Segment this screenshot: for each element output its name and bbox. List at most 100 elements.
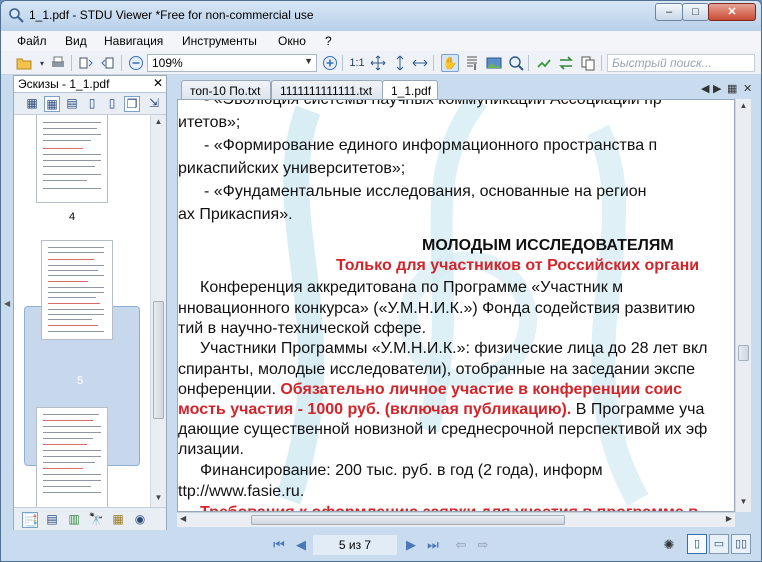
doc-line-3: - «Формирование единого информационного … [204,137,658,154]
single-page-view-button[interactable]: ▯ [687,534,707,554]
menu-view[interactable]: Вид [65,34,87,48]
single-page-icon[interactable]: ▯ [84,96,100,112]
tab-list-icon[interactable]: ▦ [727,82,737,95]
select-image-icon[interactable] [485,54,503,72]
copy-icon[interactable] [579,54,597,72]
thumbnail-page-6[interactable] [36,407,108,507]
outline-icon[interactable]: ▤ [44,512,60,528]
doc-line-15-red: мость участия - 1000 руб. (включая публи… [178,401,572,418]
toolbar-separator [342,55,343,71]
page-icon[interactable]: ▯ [104,96,120,112]
print-icon[interactable] [49,54,67,72]
doc-line-14-red: Обязательно личное участие в конференции… [280,381,683,398]
last-page-icon[interactable]: ⏭ [425,537,441,553]
hscroll-thumb[interactable] [251,515,565,525]
document-hscrollbar[interactable]: ◀ ▶ [177,512,735,527]
menu-bar: Файл Вид Навигация Инструменты Окно ? [1,31,761,51]
magnifier-icon[interactable] [507,54,525,72]
fit-page-icon[interactable] [369,54,387,72]
menu-help[interactable]: ? [325,34,332,48]
thumbnail-page-5[interactable] [41,240,113,340]
tab-1111[interactable]: 1111111111111.txt [271,80,383,100]
doc-line-18: Финансирование: 200 тыс. руб. в год (2 г… [200,462,603,479]
panel-bottom-toolbar: 📑 ▤ ▥ 🔭 ▦ ◉ [14,507,166,530]
chevron-down-icon: ▼ [304,56,313,66]
tab-next-icon[interactable]: ▶ [713,82,721,95]
previous-page-icon[interactable] [77,54,95,72]
swap-arrows-icon[interactable] [557,54,575,72]
fit-width-icon[interactable] [411,54,429,72]
scroll-left-icon[interactable]: ◀ [180,514,186,523]
thumbnail-page-4[interactable] [36,115,108,203]
zoom-in-icon[interactable] [321,54,339,72]
zoom-combo[interactable]: 109% ▼ [147,54,317,72]
doc-line-1: - «Эволюция системы научных коммуникаций… [204,99,662,108]
grid-large-icon[interactable]: ▦ [24,96,40,112]
grid-medium-icon[interactable]: ▦ [44,96,60,112]
zoom-out-icon[interactable] [127,54,145,72]
bookmark-icon[interactable] [535,54,553,72]
prev-page-icon[interactable]: ◀ [293,537,309,553]
thumbnail-label-5: 5 [76,375,84,387]
next-page-icon[interactable] [99,54,117,72]
properties-icon[interactable]: ◉ [132,512,148,528]
minimize-button[interactable]: – [655,3,683,21]
tab-1-1-pdf[interactable]: 1_1.pdf [382,80,438,101]
pages-icon[interactable]: ❐ [124,96,140,112]
panel-header: Эскизы - 1_1.pdf ✕ [14,76,166,93]
tab-close-icon[interactable]: ✕ [743,82,752,95]
toolbar-separator [71,55,72,71]
thumbnails-panel: Эскизы - 1_1.pdf ✕ ▦ ▦ ▤ ▯ ▯ ❐ ⇲ 4 5 ▲ ▼… [13,75,167,531]
fit-height-icon[interactable] [391,54,409,72]
menu-window[interactable]: Окно [278,34,306,48]
doc-line-9: Конференция аккредитована по Программе «… [200,279,624,296]
menu-navigation[interactable]: Навигация [104,34,163,48]
first-page-icon[interactable]: ⏮ [271,537,287,553]
document-vscrollbar[interactable]: ▲ ▼ [735,99,751,512]
forward-arrow-icon[interactable]: ⇨ [475,537,491,553]
two-page-view-button[interactable]: ▯▯ [731,534,751,554]
next-page-icon[interactable]: ▶ [403,537,419,553]
grid-small-icon[interactable]: ▤ [64,96,80,112]
thumbnails-scrollbar[interactable]: ▲ ▼ [150,115,166,507]
scroll-up-icon[interactable]: ▲ [736,101,751,110]
annotations-icon[interactable]: ▦ [110,512,126,528]
panel-close-button[interactable]: ✕ [153,76,163,90]
panel-splitter-icon[interactable]: ◀ [4,299,10,308]
hand-tool-icon[interactable]: ✋ [441,54,459,72]
tab-top10[interactable]: топ-10 По.txt [181,80,271,100]
menu-tools[interactable]: Инструменты [182,34,257,48]
scroll-down-icon[interactable]: ▼ [151,493,166,502]
settings-gear-icon[interactable]: ✺ [661,537,677,553]
scroll-right-icon[interactable]: ▶ [726,514,732,523]
thumbnails-icon[interactable]: ▥ [66,512,82,528]
toolbar-separator [601,55,602,71]
tab-prev-icon[interactable]: ◀ [701,82,709,95]
doc-line-19: ttp://www.fasie.ru. [178,483,305,500]
thumbnail-label-4: 4 [68,211,76,223]
doc-line-4: рикаспийских университетов»; [178,160,406,177]
actual-size-button[interactable]: 1:1 [348,54,366,72]
continuous-view-button[interactable]: ▭ [709,534,729,554]
bookmarks-icon[interactable]: 📑 [22,512,38,528]
open-folder-icon[interactable] [15,54,33,72]
scrollbar-thumb[interactable] [153,301,164,419]
export-icon[interactable]: ⇲ [146,96,162,112]
scroll-down-icon[interactable]: ▼ [736,497,751,506]
search-placeholder: Быстрый поиск... [612,56,712,70]
close-button[interactable]: ✕ [708,3,756,21]
doc-line-15-plain: В Программе уча [571,401,705,418]
scrollbar-thumb[interactable] [738,345,749,361]
back-arrow-icon[interactable]: ⇦ [453,537,469,553]
doc-line-17: лизации. [178,441,244,458]
page-indicator[interactable]: 5 из 7 [313,535,397,555]
quick-search-input[interactable]: Быстрый поиск... [607,54,755,72]
menu-file[interactable]: Файл [17,34,47,48]
maximize-button[interactable]: □ [682,3,709,21]
doc-line-20: Требования к оформлению заявки для участ… [200,501,698,511]
select-text-icon[interactable] [463,54,481,72]
doc-line-14-plain: онференции. [178,381,281,398]
scroll-up-icon[interactable]: ▲ [151,117,166,126]
find-icon[interactable]: 🔭 [88,512,104,528]
document-view[interactable]: - «Эволюция системы научных коммуникаций… [177,99,735,512]
